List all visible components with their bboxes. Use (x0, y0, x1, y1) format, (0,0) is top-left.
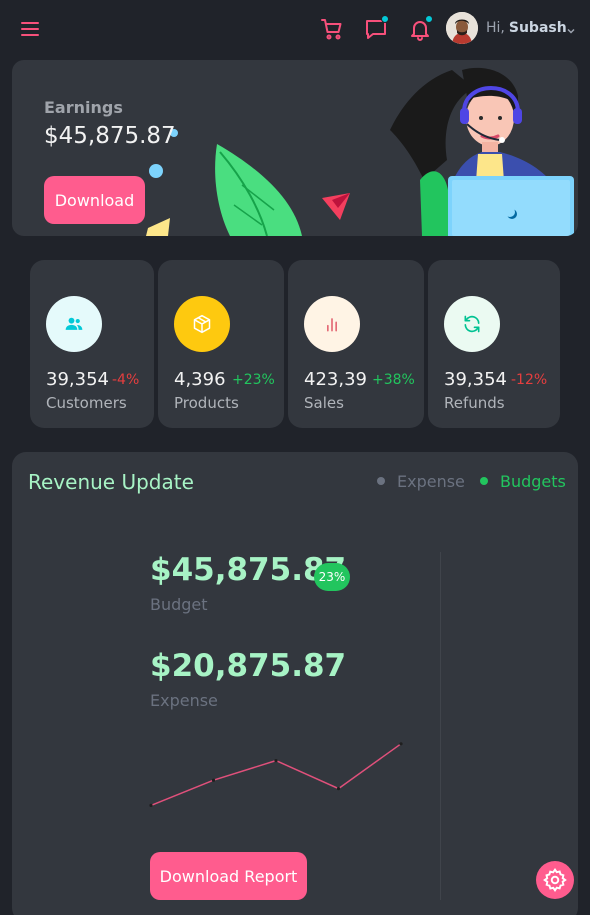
stat-card-customers: 39,354 -4% Customers (30, 260, 154, 428)
expense-value: $20,875.87 (150, 648, 347, 684)
stat-value: 4,396 (174, 369, 226, 390)
stat-label: Refunds (444, 394, 505, 412)
notification-dot (381, 15, 389, 23)
chevron-down-icon[interactable] (565, 22, 577, 34)
stat-label: Sales (304, 394, 344, 412)
menu-icon[interactable] (21, 22, 39, 38)
top-navbar: Hi, Subash (0, 0, 590, 58)
legend-dot (377, 476, 385, 485)
refresh-icon (444, 296, 500, 352)
stat-change: +23% (232, 372, 275, 388)
download-button[interactable]: Download (44, 176, 145, 224)
stat-value: 39,354 (444, 369, 507, 390)
box-icon (174, 296, 230, 352)
stat-change: -12% (511, 372, 548, 388)
avatar[interactable] (446, 12, 478, 44)
greeting-text: Hi, (486, 20, 505, 36)
user-greeting[interactable]: Hi, Subash (486, 20, 567, 36)
earnings-card: Earnings $45,875.87 Download (12, 60, 578, 236)
revenue-card: Revenue Update Expense Budgets $45,875.8… (12, 452, 578, 915)
bar-chart-icon (304, 296, 360, 352)
stat-card-sales: 423,39 +38% Sales (288, 260, 424, 428)
legend-budgets[interactable]: Budgets (480, 472, 566, 491)
sparkline-point (336, 787, 341, 791)
sparkline-series (150, 743, 402, 807)
legend-expense[interactable]: Expense (377, 472, 465, 491)
budget-label: Budget (150, 595, 208, 614)
stat-label: Customers (46, 394, 127, 412)
cart-icon[interactable] (320, 17, 344, 41)
legend-expense-label: Expense (397, 472, 465, 491)
stat-value: 39,354 (46, 369, 109, 390)
legend-budgets-label: Budgets (500, 472, 566, 491)
notification-dot (425, 15, 433, 23)
bell-icon[interactable] (408, 15, 433, 41)
earnings-value: $45,875.87 (44, 123, 176, 149)
sparkline-point (274, 759, 278, 763)
sparkline-point (149, 803, 153, 807)
stat-label: Products (174, 394, 239, 412)
revenue-title: Revenue Update (28, 470, 194, 494)
stat-value: 423,39 (304, 369, 367, 390)
budget-badge: 23% (314, 563, 350, 591)
stat-change: +38% (372, 372, 415, 388)
users-icon (46, 296, 102, 352)
earnings-label: Earnings (44, 98, 123, 117)
chat-icon[interactable] (364, 15, 389, 41)
divider (440, 552, 441, 900)
settings-button[interactable] (536, 861, 574, 899)
stat-card-refunds: 39,354 -12% Refunds (428, 260, 560, 428)
expense-label: Expense (150, 691, 218, 710)
user-name: Subash (508, 20, 567, 36)
download-report-button[interactable]: Download Report (150, 852, 307, 900)
sparkline-point (399, 742, 403, 746)
stat-change: -4% (112, 372, 140, 388)
sparkline-chart (149, 742, 403, 807)
legend-dot (480, 476, 488, 485)
sparkline-point (211, 778, 216, 782)
stat-card-products: 4,396 +23% Products (158, 260, 284, 428)
gear-icon (543, 868, 567, 893)
